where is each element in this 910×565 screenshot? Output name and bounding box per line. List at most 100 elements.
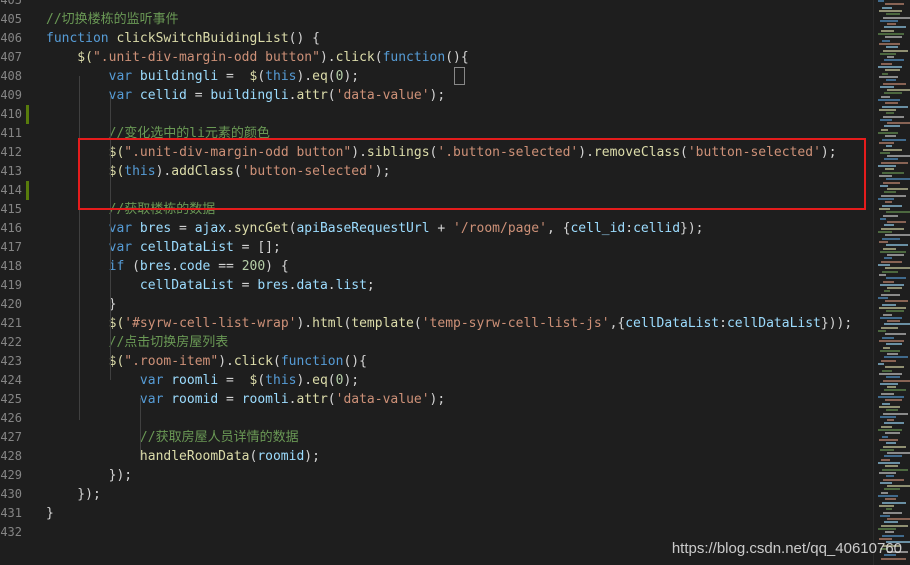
code-token: ). bbox=[296, 373, 313, 388]
minimap-line bbox=[885, 300, 908, 303]
minimap-line bbox=[884, 422, 904, 425]
code-line[interactable]: }); bbox=[46, 466, 132, 485]
minimap-line bbox=[887, 89, 910, 92]
line-number: 425 bbox=[0, 392, 22, 406]
minimap-line bbox=[878, 429, 902, 431]
code-line[interactable]: //获取房屋人员详情的数据 bbox=[46, 428, 299, 447]
minimap-line bbox=[878, 495, 898, 497]
code-token: function bbox=[280, 354, 344, 369]
code-token: var bbox=[46, 221, 140, 236]
minimap-line bbox=[884, 59, 904, 62]
minimap-line bbox=[886, 508, 892, 511]
minimap-line bbox=[887, 485, 910, 488]
code-token: ( bbox=[374, 50, 383, 65]
code-line[interactable]: handleRoomData(roomid); bbox=[46, 447, 320, 466]
code-line[interactable]: $(".room-item").click(function(){ bbox=[46, 352, 367, 371]
minimap-line bbox=[884, 521, 898, 524]
line-number: 412 bbox=[0, 145, 22, 159]
minimap-line bbox=[887, 419, 894, 422]
code-line[interactable]: var bres = ajax.syncGet(apiBaseRequestUr… bbox=[46, 219, 704, 238]
code-token: function bbox=[46, 31, 117, 46]
code-token: ; bbox=[366, 278, 375, 293]
minimap-line bbox=[879, 438, 898, 441]
code-token: ( bbox=[327, 88, 336, 103]
minimap-line bbox=[879, 108, 896, 111]
code-line[interactable]: var cellDataList = []; bbox=[46, 238, 281, 257]
minimap-line bbox=[883, 16, 910, 19]
minimap-line bbox=[884, 488, 900, 491]
minimap-line bbox=[883, 445, 906, 448]
minimap-line bbox=[880, 151, 890, 154]
minimap-line bbox=[878, 297, 888, 299]
code-token: ). bbox=[218, 354, 234, 369]
minimap-line bbox=[881, 95, 890, 98]
code-line[interactable]: var roomid = roomli.attr('data-value'); bbox=[46, 390, 445, 409]
code-token: ".unit-div-margin-odd button" bbox=[92, 50, 320, 65]
code-token: . bbox=[226, 221, 234, 236]
minimap-line bbox=[878, 330, 886, 332]
line-number: 420 bbox=[0, 297, 22, 311]
minimap-line bbox=[887, 155, 910, 158]
code-token: ( bbox=[257, 373, 266, 388]
code-token: 'data-value' bbox=[335, 88, 430, 103]
code-token: . bbox=[171, 259, 180, 274]
minimap-line bbox=[878, 528, 896, 530]
line-number-gutter[interactable]: 405 405 406 407 408 409 410 411 412 413 414 415 416 4… bbox=[0, 0, 32, 565]
line-number: 417 bbox=[0, 240, 22, 254]
code-token: cellid bbox=[633, 221, 681, 236]
minimap-line bbox=[881, 458, 890, 461]
minimap-line bbox=[885, 366, 904, 369]
minimap-line bbox=[887, 518, 910, 521]
minimap-line bbox=[885, 102, 898, 105]
minimap-line bbox=[880, 481, 892, 484]
code-line[interactable]: var cellid = buildingli.attr('data-value… bbox=[46, 86, 446, 105]
minimap-line bbox=[886, 277, 906, 280]
minimap-line bbox=[878, 198, 894, 200]
bracket-match-indicator bbox=[454, 67, 465, 85]
code-line[interactable]: var roomli = $(this).eq(0); bbox=[46, 371, 359, 390]
line-number: 427 bbox=[0, 430, 22, 444]
minimap-line bbox=[885, 267, 910, 270]
code-line[interactable]: $(".unit-div-margin-odd button").click(f… bbox=[46, 48, 469, 67]
minimap-line bbox=[886, 310, 904, 313]
minimap-line bbox=[878, 0, 884, 2]
code-token: ajax bbox=[194, 221, 227, 236]
code-token: '#syrw-cell-list-wrap' bbox=[124, 316, 297, 331]
minimap-line bbox=[881, 29, 894, 32]
code-token: ) { bbox=[265, 259, 289, 274]
code-line[interactable]: } bbox=[46, 295, 117, 314]
code-token: = bbox=[171, 221, 195, 236]
minimap-line bbox=[880, 448, 894, 451]
minimap-line bbox=[885, 432, 900, 435]
minimap-line bbox=[885, 201, 892, 204]
minimap[interactable] bbox=[873, 0, 910, 565]
code-line[interactable]: //切换楼栋的监听事件 bbox=[46, 10, 179, 29]
code-line[interactable]: if (bres.code == 200) { bbox=[46, 257, 289, 276]
code-line[interactable]: } bbox=[46, 504, 54, 523]
code-token: click bbox=[335, 50, 375, 65]
code-line[interactable]: cellDataList = bres.data.list; bbox=[46, 276, 375, 295]
code-token: handleRoomData bbox=[46, 449, 250, 464]
code-token: (){ bbox=[445, 50, 469, 65]
minimap-line bbox=[883, 115, 904, 118]
minimap-line bbox=[887, 188, 908, 191]
code-line[interactable]: function clickSwitchBuidingList() { bbox=[46, 29, 320, 48]
code-token: = []; bbox=[233, 240, 281, 255]
code-token: var bbox=[46, 392, 172, 407]
minimap-line bbox=[881, 392, 894, 395]
code-line[interactable]: //点击切换房屋列表 bbox=[46, 333, 229, 352]
minimap-line bbox=[882, 270, 898, 273]
minimap-line bbox=[885, 531, 894, 534]
code-token: clickSwitchBuidingList bbox=[116, 31, 289, 46]
code-token: //点击切换房屋列表 bbox=[46, 335, 229, 350]
minimap-line bbox=[883, 379, 910, 382]
line-number: 415 bbox=[0, 202, 22, 216]
code-token: buildingli bbox=[139, 69, 219, 84]
code-line[interactable]: $('#syrw-cell-list-wrap').html(template(… bbox=[46, 314, 853, 333]
minimap-line bbox=[878, 33, 904, 35]
code-token: var bbox=[46, 373, 172, 388]
code-line[interactable]: }); bbox=[46, 485, 101, 504]
code-line[interactable]: var buildingli = $(this).eq(0); bbox=[46, 67, 360, 86]
minimap-line bbox=[881, 128, 888, 131]
code-token: (){ bbox=[343, 354, 367, 369]
